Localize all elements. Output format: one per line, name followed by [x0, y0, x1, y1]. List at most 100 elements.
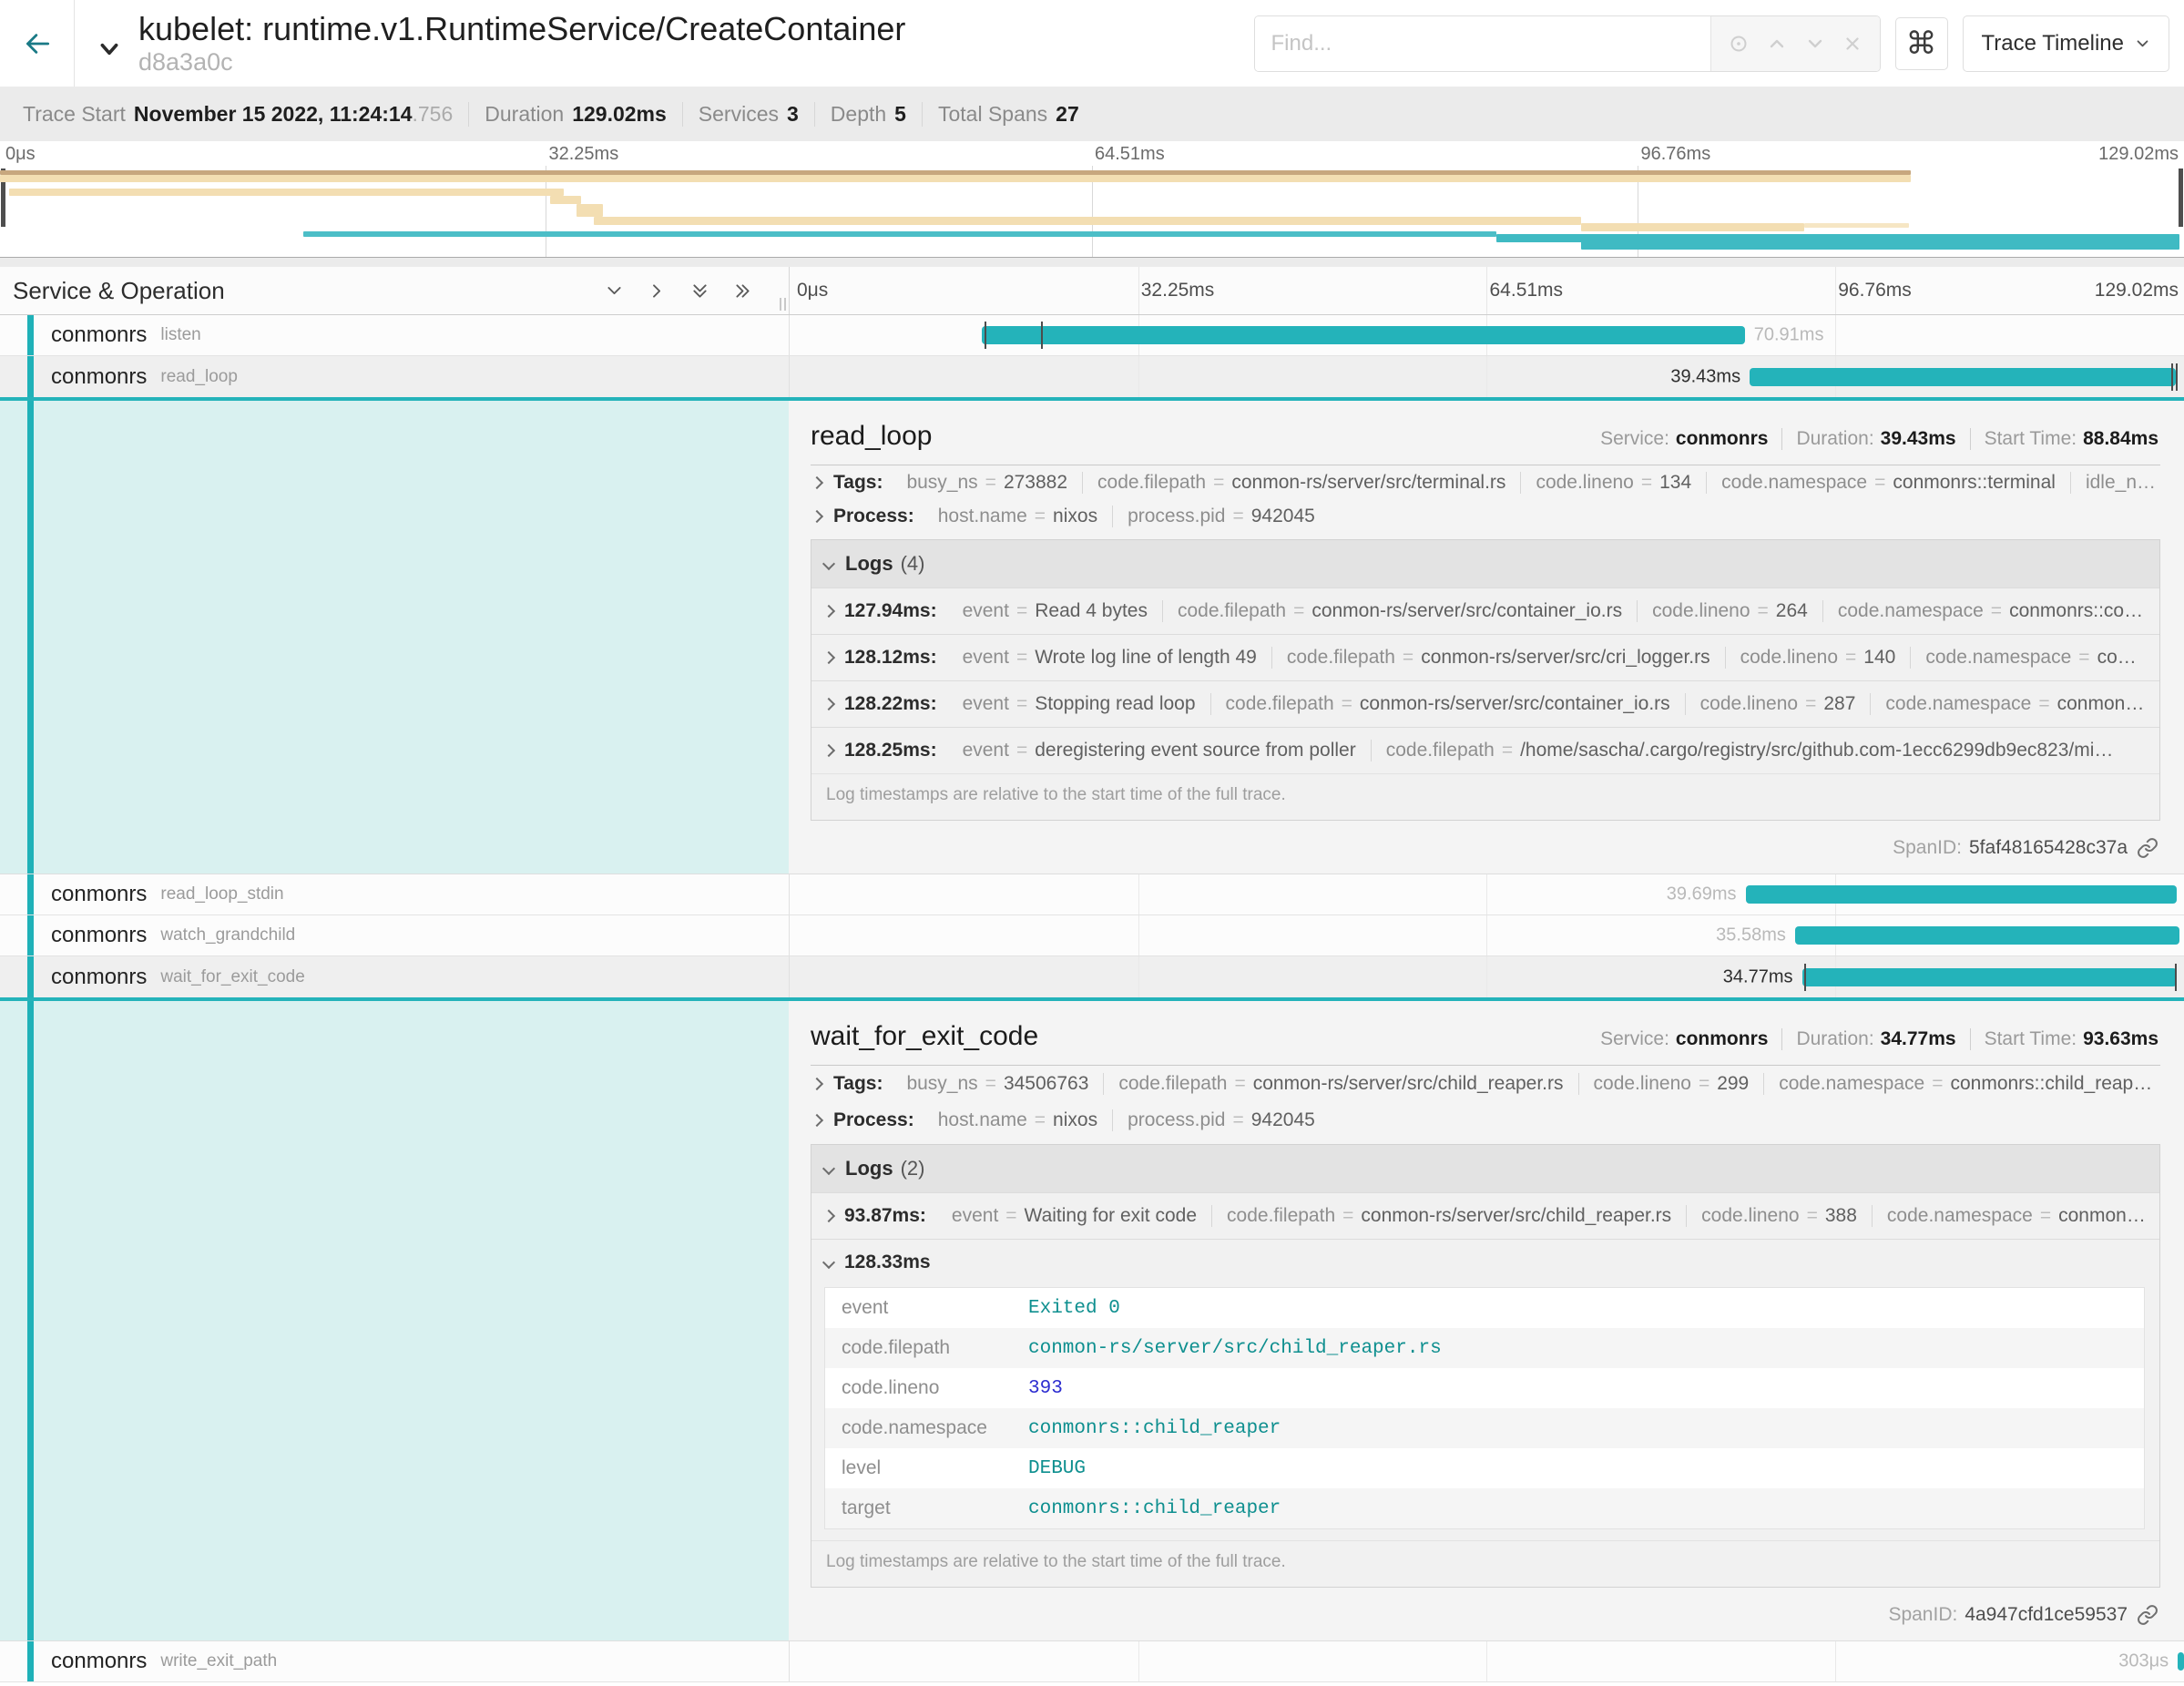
ruler-tick: 32.25ms — [1141, 280, 1215, 301]
log-timestamp: 128.12ms: — [844, 647, 937, 669]
span-name-cell: conmonrs read_loop_stdin — [0, 874, 789, 915]
service-color-bar — [27, 356, 34, 397]
log-entry[interactable]: 128.22ms: event=Stopping read loop code.… — [811, 680, 2159, 727]
log-entry-expanded-toggle[interactable]: 128.33ms — [811, 1239, 2159, 1285]
process-label: Process: — [833, 1109, 914, 1131]
header: kubelet: runtime.v1.RuntimeService/Creat… — [0, 0, 2184, 87]
log-timestamp: 128.33ms — [844, 1252, 931, 1273]
log-marker — [1804, 964, 1806, 991]
prev-match-icon[interactable] — [1766, 33, 1788, 55]
minimap-span-segment — [303, 231, 1495, 237]
span-bar[interactable] — [1802, 968, 2177, 986]
log-entry[interactable]: 128.25ms: event=deregistering event sour… — [811, 727, 2159, 773]
process-section-toggle[interactable]: Process: host.name=nixos process.pid=942… — [811, 1102, 2160, 1139]
trace-start-label: Trace Start — [23, 102, 126, 127]
services-label: Services — [699, 102, 779, 127]
span-operation-title: wait_for_exit_code — [811, 1021, 1038, 1052]
chevron-down-icon — [822, 1256, 835, 1269]
service-name: conmonrs — [51, 882, 147, 907]
tag-field: code.namespace=conmonrs::terminal — [1706, 472, 2070, 494]
log-entry[interactable]: 128.12ms: event=Wrote log line of length… — [811, 634, 2159, 680]
minimap-tick: 129.02ms — [2098, 144, 2179, 165]
span-name-cell: conmonrs read_loop — [0, 356, 789, 397]
log-entry[interactable]: 93.87ms: event=Waiting for exit code cod… — [811, 1192, 2159, 1239]
next-match-icon[interactable] — [1804, 33, 1826, 55]
log-field: event=Waiting for exit code — [937, 1205, 1211, 1227]
field-value: conmon-rs/server/src/child_reaper.rs — [1028, 1338, 1442, 1359]
span-bar-cell: 39.69ms — [789, 874, 2184, 915]
collapse-one-icon[interactable] — [605, 281, 624, 301]
find-input[interactable] — [1255, 16, 1710, 71]
ruler-tick: 0μs — [797, 280, 828, 301]
expand-all-icon[interactable] — [733, 281, 752, 301]
field-value: conmonrs::child_reaper — [1028, 1418, 1281, 1439]
duration-value: 34.77ms — [1881, 1028, 1956, 1049]
field-key: code.filepath — [842, 1337, 1028, 1359]
trace-collapse-toggle[interactable] — [95, 37, 124, 61]
process-section-toggle[interactable]: Process: host.name=nixos process.pid=942… — [811, 500, 2160, 535]
tags-label: Tags: — [833, 1073, 883, 1095]
logs-section-toggle[interactable]: Logs (2) — [811, 1145, 2159, 1192]
span-row-write-exit-path[interactable]: conmonrs write_exit_path 303μs — [0, 1641, 2184, 1682]
span-row-listen[interactable]: conmonrs listen 70.91ms — [0, 315, 2184, 356]
log-field: code.namespace=conmon… — [1870, 693, 2158, 715]
log-entry[interactable]: 127.94ms: event=Read 4 bytes code.filepa… — [811, 588, 2159, 634]
minimap-right-handle[interactable] — [2179, 169, 2183, 227]
span-duration-label: 35.58ms — [1716, 925, 1786, 946]
trace-depth: Depth 5 — [814, 102, 922, 127]
deep-link-icon[interactable] — [2137, 1604, 2158, 1626]
span-row-watch-grandchild[interactable]: conmonrs watch_grandchild 35.58ms — [0, 915, 2184, 956]
span-table-header: Service & Operation 0μs 32.25ms 64.51ms … — [0, 267, 2184, 315]
chevron-right-icon — [811, 510, 823, 523]
minimap-tick: 64.51ms — [1095, 144, 1165, 165]
process-field: host.name=nixos — [924, 506, 1112, 527]
log-field: event=deregistering event source from po… — [948, 740, 1371, 761]
start-time-value: 93.63ms — [2083, 1028, 2158, 1049]
tag-field: code.namespace=conmonrs::child_reap… — [1763, 1073, 2160, 1095]
minimap-span-segment — [550, 196, 581, 204]
log-timestamp: 128.22ms: — [844, 693, 937, 715]
span-row-read-loop[interactable]: conmonrs read_loop 39.43ms — [0, 356, 2184, 397]
back-arrow-icon — [21, 31, 54, 56]
minimap[interactable] — [0, 166, 2184, 258]
log-field: code.filepath=conmon-rs/server/src/conta… — [1210, 693, 1685, 715]
log-field: code.filepath=/home/sascha/.cargo/regist… — [1371, 740, 2128, 761]
span-bar[interactable] — [1750, 368, 2176, 386]
total-spans-value: 27 — [1056, 102, 1079, 127]
logs-section-toggle[interactable]: Logs (4) — [811, 540, 2159, 588]
deep-link-icon[interactable] — [2137, 837, 2158, 859]
service-value: conmonrs — [1676, 1028, 1769, 1049]
span-row-wait-for-exit-code[interactable]: conmonrs wait_for_exit_code 34.77ms — [0, 956, 2184, 997]
clear-find-icon[interactable] — [1842, 34, 1863, 54]
tags-section-toggle[interactable]: Tags: busy_ns=273882 code.filepath=conmo… — [811, 465, 2160, 500]
service-operation-label: Service & Operation — [13, 277, 225, 305]
keyboard-shortcuts-button[interactable]: ⌘ — [1895, 17, 1948, 70]
minimap-span-segment — [9, 189, 564, 196]
minimap-span-segment — [594, 217, 1581, 225]
span-bar-cell: 35.58ms — [789, 915, 2184, 955]
expand-one-icon[interactable] — [648, 281, 667, 301]
span-bar[interactable] — [982, 326, 1744, 344]
chevron-right-icon — [822, 744, 835, 757]
span-row-read-loop-stdin[interactable]: conmonrs read_loop_stdin 39.69ms — [0, 874, 2184, 915]
service-color-bar — [27, 315, 34, 355]
collapse-all-icon[interactable] — [690, 281, 709, 301]
tags-section-toggle[interactable]: Tags: busy_ns=34506763 code.filepath=con… — [811, 1066, 2160, 1102]
span-bar[interactable] — [1746, 885, 2178, 904]
minimap-span-segment — [577, 204, 603, 217]
tags-label: Tags: — [833, 472, 883, 494]
span-operation-title: read_loop — [811, 421, 932, 452]
minimap-span-segment — [1804, 223, 1909, 228]
duration-value: 129.02ms — [572, 102, 667, 127]
span-detail-read-loop: read_loop Service:conmonrs Duration:39.4… — [0, 397, 2184, 874]
focus-match-icon[interactable] — [1728, 33, 1750, 55]
duration-label: Duration: — [1796, 1028, 1873, 1049]
log-field: event=Wrote log line of length 49 — [948, 647, 1271, 669]
span-bar[interactable] — [2178, 1652, 2184, 1671]
view-selector-button[interactable]: Trace Timeline — [1963, 15, 2170, 72]
back-button[interactable] — [0, 0, 75, 87]
process-field: process.pid=942045 — [1112, 1109, 1330, 1131]
column-resize-grip[interactable] — [780, 298, 786, 311]
span-bar[interactable] — [1795, 926, 2180, 945]
trace-start-ms: .756 — [413, 102, 454, 126]
